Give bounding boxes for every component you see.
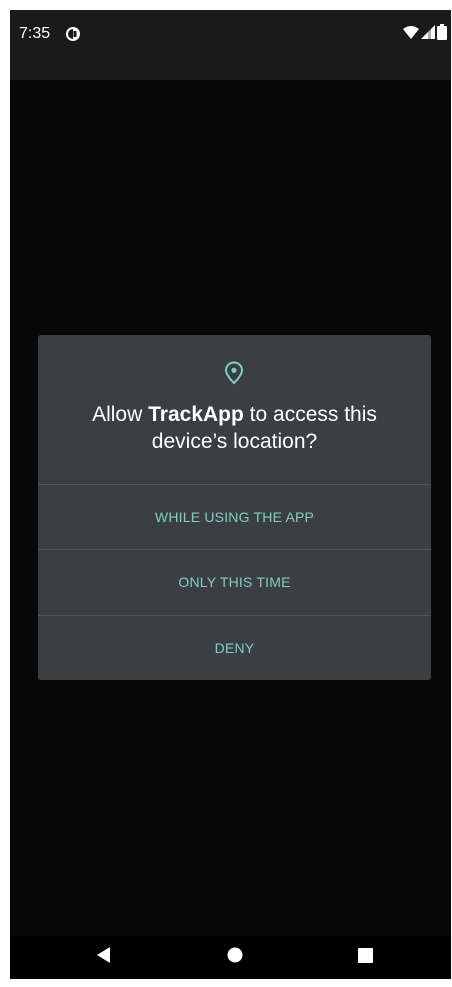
location-pin-icon: [224, 361, 244, 385]
home-button[interactable]: [215, 936, 255, 979]
signal-icon: [421, 24, 435, 44]
recents-icon: [357, 947, 373, 968]
back-icon: [97, 947, 111, 968]
app-notification-icon: [65, 26, 81, 42]
back-button[interactable]: [84, 936, 124, 979]
battery-icon: [437, 23, 447, 45]
deny-button[interactable]: DENY: [38, 616, 431, 680]
location-permission-dialog: Allow TrackApp to access this device’s l…: [38, 335, 431, 680]
wifi-icon: [403, 25, 419, 44]
navigation-bar: [10, 936, 451, 979]
status-icons: [403, 23, 447, 45]
while-using-app-button[interactable]: WHILE USING THE APP: [38, 485, 431, 549]
home-icon: [227, 947, 243, 968]
only-this-time-button[interactable]: ONLY THIS TIME: [38, 550, 431, 614]
status-bar: 7:35: [10, 10, 451, 80]
phone-screen: 7:35 Allow TrackApp to access this devic…: [10, 10, 451, 979]
dialog-title: Allow TrackApp to access this device’s l…: [92, 403, 377, 453]
recents-button[interactable]: [345, 936, 385, 979]
status-time: 7:35: [19, 25, 51, 42]
app-name: TrackApp: [148, 403, 244, 426]
